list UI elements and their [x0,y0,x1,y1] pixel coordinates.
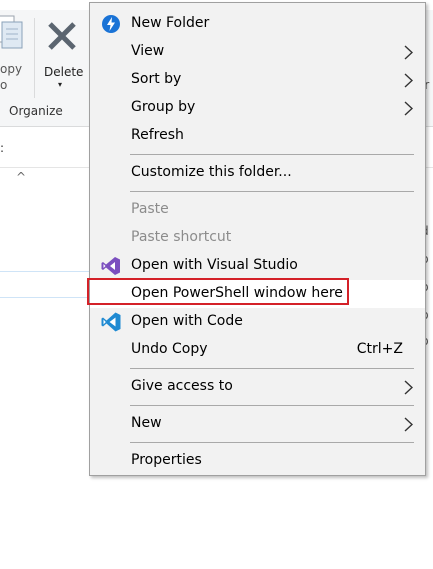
delete-dropdown-caret[interactable]: ▾ [58,80,62,89]
menu-item-label: Open PowerShell window here [131,285,343,301]
organize-group-label: Organize [9,104,63,118]
address-fragment: : [0,141,5,155]
menu-item-label: View [131,43,165,59]
menu-item-new-folder[interactable]: New Folder [90,10,425,38]
menu-item-label: Paste [131,201,169,217]
menu-item-label: Group by [131,99,196,115]
delete-x-icon [48,22,76,50]
context-menu: New Folder View Sort by Group by Refresh… [89,2,426,476]
chevron-right-icon [404,45,413,60]
menu-item-open-powershell[interactable]: Open PowerShell window here [90,280,425,308]
menu-item-undo-copy[interactable]: Undo Copy Ctrl+Z [90,336,425,364]
menu-item-label: Properties [131,452,202,468]
file-row-border [0,271,90,272]
new-folder-icon [102,15,120,33]
menu-item-label: Sort by [131,71,182,87]
menu-separator [130,191,414,192]
menu-separator [130,368,414,369]
copy-label-second-line: o [0,78,8,92]
menu-item-label: Open with Visual Studio [131,257,298,273]
copy-button[interactable]: opy o [0,14,30,94]
menu-item-sort-by[interactable]: Sort by [90,66,425,94]
menu-item-label: Undo Copy [131,341,208,357]
sort-chevron-icon[interactable]: ^ [16,170,26,184]
file-row-border [0,297,90,298]
chevron-right-icon [404,380,413,395]
chevron-right-icon [404,417,413,432]
menu-item-refresh[interactable]: Refresh [90,122,425,150]
menu-item-open-visual-studio[interactable]: Open with Visual Studio [90,252,425,280]
copy-label: opy [0,62,23,76]
menu-item-label: Customize this folder... [131,164,292,180]
visual-studio-icon [101,257,120,275]
menu-item-paste: Paste [90,196,425,224]
menu-separator [130,442,414,443]
delete-label: Delete [44,65,84,79]
menu-item-label: Give access to [131,378,233,394]
menu-item-open-with-code[interactable]: Open with Code [90,308,425,336]
menu-item-properties[interactable]: Properties [90,447,425,475]
menu-item-give-access[interactable]: Give access to [90,373,425,401]
menu-item-label: New Folder [131,15,210,31]
ribbon-divider [34,18,35,98]
chevron-right-icon [404,101,413,116]
menu-separator [130,405,414,406]
chevron-right-icon [404,73,413,88]
menu-item-new[interactable]: New [90,410,425,438]
vscode-icon [101,312,121,332]
menu-item-shortcut: Ctrl+Z [356,341,403,357]
menu-item-label: Open with Code [131,313,243,329]
menu-item-group-by[interactable]: Group by [90,94,425,122]
menu-item-customize-folder[interactable]: Customize this folder... [90,159,425,187]
menu-item-label: New [131,415,162,431]
copy-icon [0,15,23,49]
menu-item-view[interactable]: View [90,38,425,66]
menu-item-paste-shortcut: Paste shortcut [90,224,425,252]
menu-item-label: Paste shortcut [131,229,232,245]
menu-item-label: Refresh [131,127,184,143]
menu-separator [130,154,414,155]
delete-button[interactable]: Delete ▾ [38,20,86,100]
